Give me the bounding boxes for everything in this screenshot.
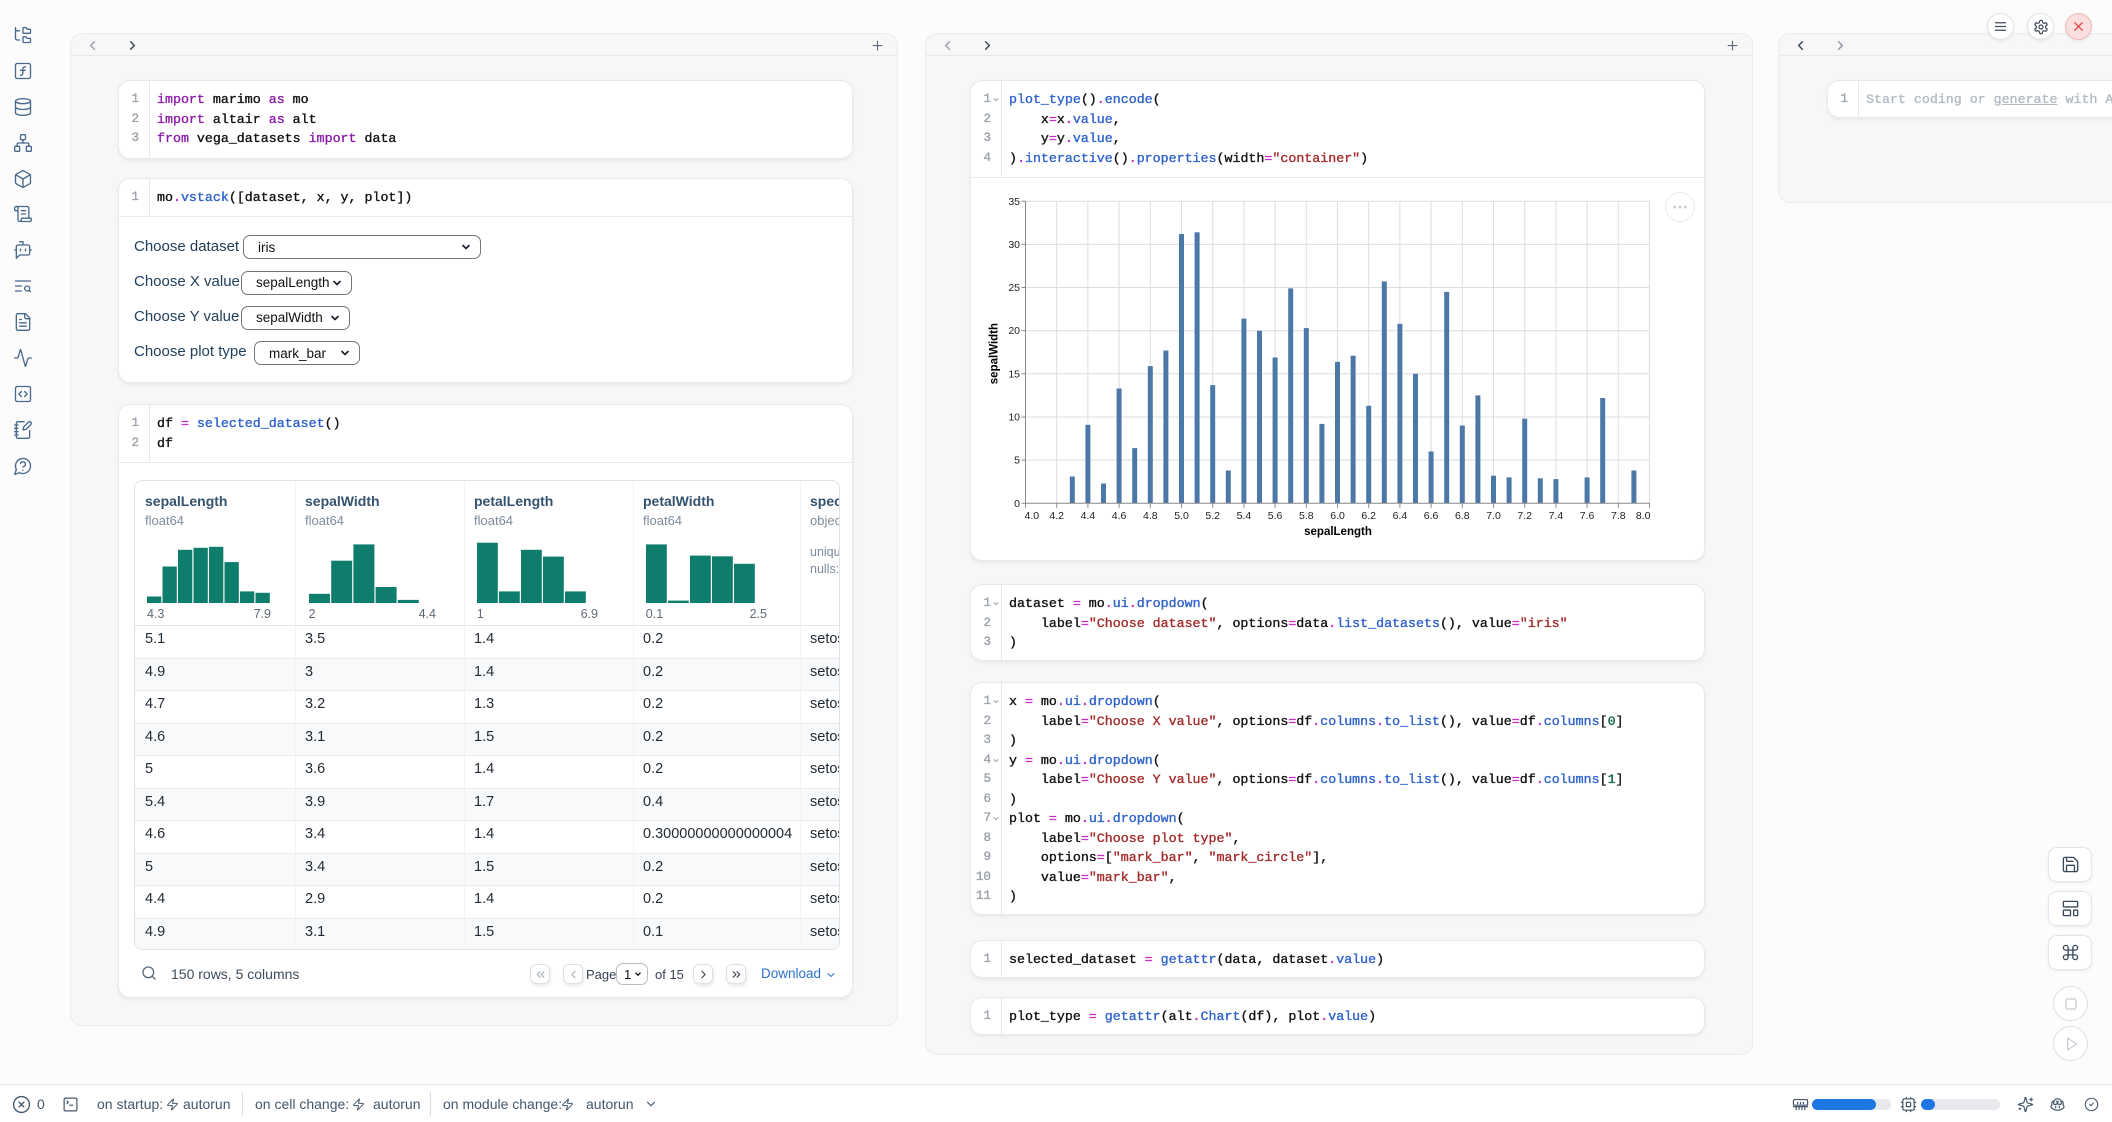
svg-text:5.0: 5.0 [1174,510,1189,522]
svg-text:6.0: 6.0 [1330,510,1345,522]
svg-text:7.2: 7.2 [1517,510,1532,522]
svg-text:7.6: 7.6 [1580,510,1595,522]
svg-text:4.0: 4.0 [1025,510,1040,522]
svg-text:10: 10 [1008,412,1020,424]
svg-text:35: 35 [1008,196,1020,208]
svg-text:sepalLength: sepalLength [1304,526,1372,538]
svg-text:6.4: 6.4 [1393,510,1408,522]
svg-text:20: 20 [1008,325,1020,337]
svg-text:4.6: 4.6 [1112,510,1127,522]
svg-text:5.4: 5.4 [1237,510,1252,522]
svg-text:4.2: 4.2 [1049,510,1064,522]
svg-text:25: 25 [1008,282,1020,294]
svg-text:7.0: 7.0 [1486,510,1501,522]
svg-text:5.2: 5.2 [1205,510,1220,522]
svg-text:15: 15 [1008,368,1020,380]
svg-text:sepalWidth: sepalWidth [989,323,1001,384]
svg-text:7.8: 7.8 [1611,510,1626,522]
svg-text:7.4: 7.4 [1549,510,1564,522]
svg-text:6.8: 6.8 [1455,510,1470,522]
svg-text:5: 5 [1014,455,1020,467]
svg-text:5.6: 5.6 [1268,510,1283,522]
svg-text:4.4: 4.4 [1081,510,1096,522]
svg-text:8.0: 8.0 [1636,510,1651,522]
svg-text:6.2: 6.2 [1361,510,1376,522]
svg-text:0: 0 [1014,498,1020,510]
svg-text:5.8: 5.8 [1299,510,1314,522]
svg-text:30: 30 [1008,239,1020,251]
svg-text:4.8: 4.8 [1143,510,1158,522]
svg-text:6.6: 6.6 [1424,510,1439,522]
